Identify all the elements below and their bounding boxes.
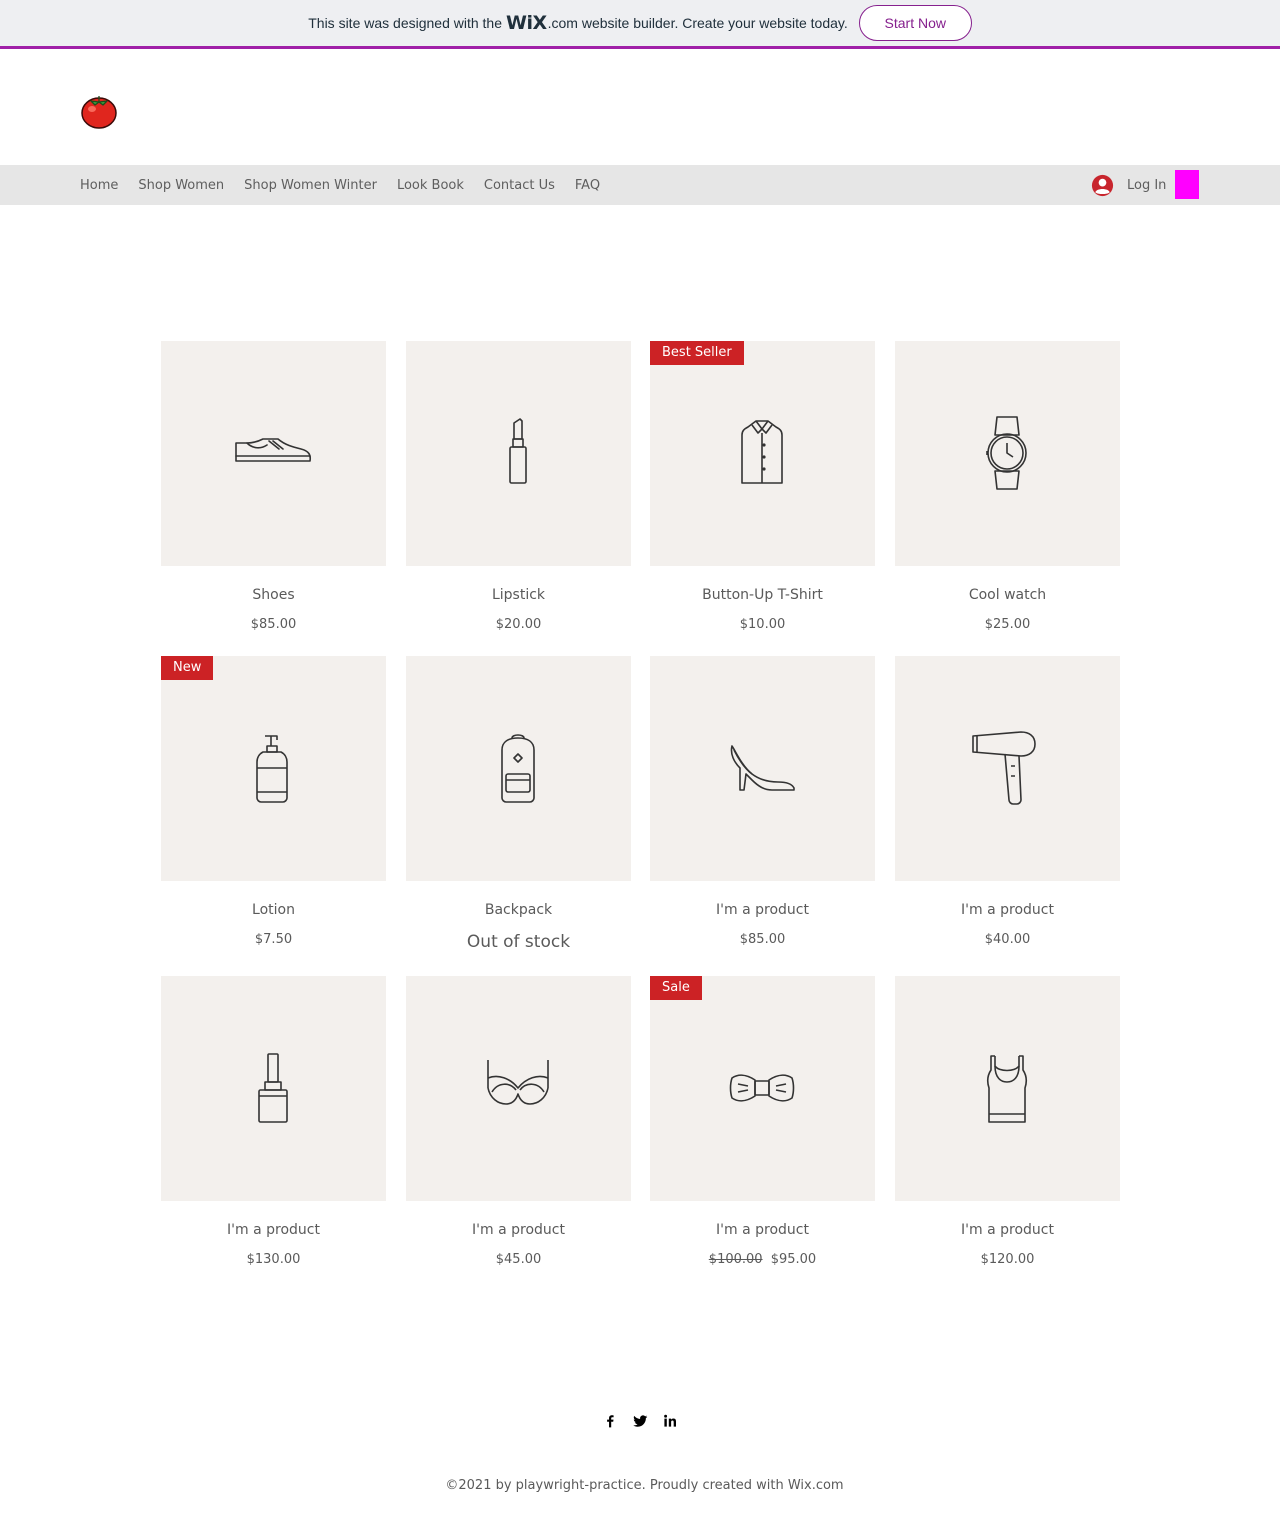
main-nav: Home Shop Women Shop Women Winter Look B…: [0, 165, 1280, 205]
product-old-price: $100.00: [708, 1252, 763, 1267]
product-name[interactable]: Cool watch: [895, 587, 1120, 603]
product-price: $7.50: [254, 932, 293, 947]
product-name[interactable]: I'm a product: [895, 902, 1120, 918]
product-price: $45.00: [495, 1252, 542, 1267]
nav-item-shop-women[interactable]: Shop Women: [128, 178, 234, 193]
login-button[interactable]: Log In: [1090, 172, 1166, 198]
product-image[interactable]: [406, 976, 631, 1201]
nav-item-home[interactable]: Home: [70, 178, 128, 193]
ribbon-sale: Sale: [650, 976, 702, 1000]
nav-item-shop-women-winter[interactable]: Shop Women Winter: [234, 178, 387, 193]
product-name[interactable]: Lotion: [161, 902, 386, 918]
cart-icon[interactable]: [1175, 170, 1199, 199]
product-price: $85.00: [739, 932, 786, 947]
product-price: $95.00: [770, 1252, 817, 1267]
product-name[interactable]: I'm a product: [650, 1222, 875, 1238]
wix-logo[interactable]: WiX: [506, 12, 547, 34]
linkedin-icon[interactable]: [659, 1410, 681, 1432]
product-image[interactable]: [406, 341, 631, 566]
product-image[interactable]: [895, 341, 1120, 566]
nav-item-faq[interactable]: FAQ: [565, 178, 610, 193]
product-name[interactable]: I'm a product: [161, 1222, 386, 1238]
nav-item-look-book[interactable]: Look Book: [387, 178, 474, 193]
hair-dryer-icon: [972, 731, 1036, 805]
bra-icon: [487, 1060, 549, 1105]
shirt-icon: [741, 420, 783, 484]
high-heel-icon: [730, 745, 795, 791]
nav-menu: Home Shop Women Shop Women Winter Look B…: [70, 165, 610, 205]
product-image[interactable]: [895, 656, 1120, 881]
product-price-block: $100.00 $95.00: [650, 1252, 875, 1267]
product-image[interactable]: Sale: [650, 976, 875, 1201]
out-of-stock-label: Out of stock: [466, 932, 571, 952]
backpack-icon: [501, 734, 535, 803]
wix-banner-text-after: .com website builder. Create your websit…: [547, 15, 848, 31]
product-price: $10.00: [739, 617, 786, 632]
facebook-icon[interactable]: [599, 1410, 621, 1432]
product-image[interactable]: Best Seller: [650, 341, 875, 566]
nav-item-contact-us[interactable]: Contact Us: [474, 178, 565, 193]
product-price: $120.00: [980, 1252, 1035, 1267]
lotion-icon: [256, 735, 288, 803]
product-price: $25.00: [984, 617, 1031, 632]
wix-promo-banner: This site was designed with the WiX .com…: [0, 0, 1280, 49]
product-price: $40.00: [984, 932, 1031, 947]
tank-top-icon: [986, 1055, 1028, 1123]
start-now-button[interactable]: Start Now: [858, 5, 972, 41]
product-image[interactable]: [650, 656, 875, 881]
product-image[interactable]: New: [161, 656, 386, 881]
product-name[interactable]: Shoes: [161, 587, 386, 603]
social-bar: [599, 1410, 689, 1432]
lipstick-icon: [509, 418, 527, 484]
ribbon-best-seller: Best Seller: [650, 341, 744, 365]
site-header: [0, 49, 1280, 165]
product-image[interactable]: [895, 976, 1120, 1201]
product-image[interactable]: [406, 656, 631, 881]
wix-banner-text-before: This site was designed with the: [308, 15, 502, 31]
shoe-icon: [235, 438, 312, 462]
twitter-icon[interactable]: [629, 1410, 651, 1432]
product-name[interactable]: I'm a product: [895, 1222, 1120, 1238]
wix-banner-text: This site was designed with the WiX .com…: [308, 12, 852, 34]
product-image[interactable]: [161, 341, 386, 566]
ribbon-new: New: [161, 656, 214, 680]
footer-copyright: ©2021 by playwright-practice. Proudly cr…: [445, 1478, 844, 1493]
product-price: $20.00: [495, 617, 542, 632]
product-name[interactable]: Lipstick: [406, 587, 631, 603]
product-price: $130.00: [246, 1252, 301, 1267]
bow-tie-icon: [729, 1074, 795, 1102]
product-name[interactable]: I'm a product: [650, 902, 875, 918]
product-image[interactable]: [161, 976, 386, 1201]
login-label: Log In: [1127, 177, 1167, 193]
user-avatar-icon: [1091, 174, 1114, 196]
product-price: $85.00: [250, 617, 297, 632]
product-name[interactable]: Button-Up T-Shirt: [650, 587, 875, 603]
watch-icon: [986, 416, 1027, 490]
tomato-icon[interactable]: [79, 90, 119, 130]
product-name[interactable]: I'm a product: [406, 1222, 631, 1238]
nail-polish-icon: [258, 1053, 288, 1123]
product-name[interactable]: Backpack: [406, 902, 631, 918]
